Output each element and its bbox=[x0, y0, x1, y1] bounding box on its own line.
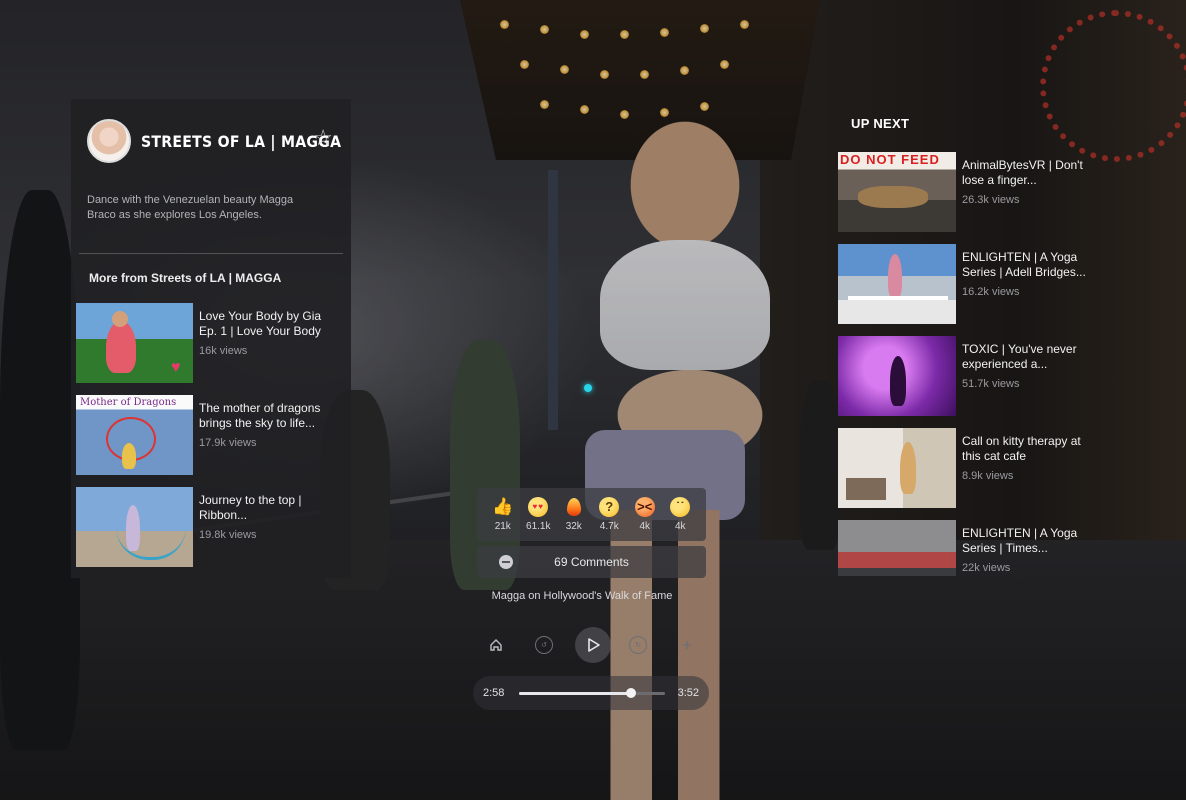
video-thumbnail[interactable] bbox=[838, 336, 956, 416]
seek-bar: 2:58 3:52 bbox=[473, 676, 709, 710]
thinking-face-icon: ? bbox=[599, 497, 620, 517]
next-icon bbox=[683, 641, 691, 649]
heart-eyes-icon: ♥♥ bbox=[528, 497, 549, 517]
gaze-cursor bbox=[584, 384, 592, 392]
video-thumbnail[interactable]: ♥ bbox=[76, 303, 193, 383]
more-from-title: More from Streets of LA | MAGGA bbox=[89, 271, 282, 285]
video-views: 16k views bbox=[199, 345, 248, 357]
video-title: TOXIC | You've never experienced a... bbox=[962, 342, 1077, 371]
channel-description: Dance with the Venezuelan beauty Magga B… bbox=[87, 194, 294, 221]
video-title: Journey to the top | Ribbon... bbox=[199, 493, 302, 522]
reaction-count: 4k bbox=[674, 521, 686, 532]
video-views: 22k views bbox=[962, 562, 1011, 574]
thumbnail-caption: Mother of Dragons bbox=[80, 397, 177, 408]
up-next-title: UP NEXT bbox=[851, 116, 910, 131]
reaction-thinking[interactable]: ? 4.7k bbox=[594, 497, 624, 532]
home-button[interactable] bbox=[482, 631, 510, 659]
video-title: AnimalBytesVR | Don't lose a finger... bbox=[962, 158, 1083, 187]
progress-track[interactable] bbox=[519, 688, 665, 698]
video-views: 19.8k views bbox=[199, 529, 257, 541]
video-thumbnail[interactable] bbox=[838, 244, 956, 324]
reaction-count: 21k bbox=[494, 521, 511, 532]
video-views: 17.9k views bbox=[199, 437, 257, 449]
fast-forward-button[interactable]: ↻ bbox=[624, 631, 652, 659]
up-next-item[interactable]: Call on kitty therapy at this cat cafe 8… bbox=[838, 428, 1098, 508]
angry-face-icon: ˃˂ bbox=[634, 497, 655, 517]
current-time: 2:58 bbox=[483, 687, 505, 699]
up-next-item[interactable]: ENLIGHTEN | A Yoga Series | Times... 22k… bbox=[838, 520, 1098, 576]
up-next-item[interactable]: ENLIGHTEN | A Yoga Series | Adell Bridge… bbox=[838, 244, 1098, 324]
video-title: The mother of dragons brings the sky to … bbox=[199, 401, 321, 430]
video-thumbnail[interactable] bbox=[76, 487, 193, 567]
thumbs-up-icon: 👍 bbox=[492, 497, 514, 516]
up-next-item[interactable]: DO NOT FEED AnimalBytesVR | Don't lose a… bbox=[838, 152, 1098, 232]
reaction-fire[interactable]: 32k bbox=[559, 497, 589, 532]
reaction-sad[interactable]: ˙˙ 4k bbox=[665, 497, 695, 532]
home-icon bbox=[490, 639, 502, 651]
reaction-count: 4k bbox=[639, 521, 651, 532]
reaction-thumbs-up[interactable]: 👍 21k bbox=[488, 497, 518, 532]
heart-icon: ♥ bbox=[171, 359, 181, 376]
video-views: 16.2k views bbox=[962, 286, 1020, 298]
reactions-bar: 👍 21k ♥♥ 61.1k 32k ? 4.7k ˃˂ 4k ˙˙ 4k bbox=[477, 488, 706, 541]
thumbnail-caption: DO NOT FEED bbox=[840, 152, 940, 167]
up-next-item[interactable]: TOXIC | You've never experienced a... 51… bbox=[838, 336, 1098, 416]
divider bbox=[79, 253, 343, 254]
list-item[interactable]: Mother of Dragons The mother of dragons … bbox=[76, 395, 346, 475]
video-title: Call on kitty therapy at this cat cafe bbox=[962, 434, 1081, 463]
comments-label: 69 Comments bbox=[554, 555, 629, 569]
video-views: 51.7k views bbox=[962, 378, 1020, 390]
reaction-count: 32k bbox=[565, 521, 582, 532]
reaction-angry[interactable]: ˃˂ 4k bbox=[630, 497, 660, 532]
scrub-handle[interactable] bbox=[626, 688, 637, 698]
video-thumbnail[interactable]: DO NOT FEED bbox=[838, 152, 956, 232]
list-item[interactable]: Journey to the top | Ribbon... 19.8k vie… bbox=[76, 487, 346, 567]
channel-name[interactable]: STREETS OF LA | MAGGA bbox=[141, 132, 341, 151]
reaction-heart-eyes[interactable]: ♥♥ 61.1k bbox=[523, 497, 553, 532]
rewind-button[interactable]: ↺ bbox=[530, 631, 558, 659]
channel-panel: STREETS OF LA | MAGGA ☆ Dance with the V… bbox=[71, 99, 351, 578]
fast-forward-icon: ↻ bbox=[629, 636, 647, 654]
video-views: 26.3k views bbox=[962, 194, 1020, 206]
video-views: 8.9k views bbox=[962, 470, 1014, 482]
total-time: 3:52 bbox=[677, 687, 699, 699]
favorite-star-icon[interactable]: ☆ bbox=[313, 127, 333, 149]
video-title: ENLIGHTEN | A Yoga Series | Times... bbox=[962, 526, 1078, 555]
progress-fill bbox=[519, 692, 632, 695]
video-title: Love Your Body by Gia Ep. 1 | Love Your … bbox=[199, 309, 322, 338]
channel-header: STREETS OF LA | MAGGA ☆ bbox=[87, 119, 341, 163]
reaction-count: 4.7k bbox=[599, 521, 619, 532]
video-title: ENLIGHTEN | A Yoga Series | Adell Bridge… bbox=[962, 250, 1086, 279]
list-item[interactable]: ♥ Love Your Body by Gia Ep. 1 | Love You… bbox=[76, 303, 346, 383]
comments-button[interactable]: 69 Comments bbox=[477, 546, 706, 578]
sad-face-icon: ˙˙ bbox=[670, 497, 691, 517]
video-thumbnail[interactable] bbox=[838, 520, 956, 576]
reaction-count: 61.1k bbox=[526, 521, 551, 532]
video-thumbnail[interactable] bbox=[838, 428, 956, 508]
fire-icon bbox=[564, 497, 584, 517]
channel-avatar[interactable] bbox=[87, 119, 131, 163]
next-button[interactable] bbox=[673, 631, 701, 659]
play-icon bbox=[588, 638, 600, 652]
play-button[interactable] bbox=[575, 627, 611, 663]
rewind-icon: ↺ bbox=[535, 636, 553, 654]
video-title-caption: Magga on Hollywood's Walk of Fame bbox=[491, 590, 673, 602]
video-thumbnail[interactable]: Mother of Dragons bbox=[76, 395, 193, 475]
